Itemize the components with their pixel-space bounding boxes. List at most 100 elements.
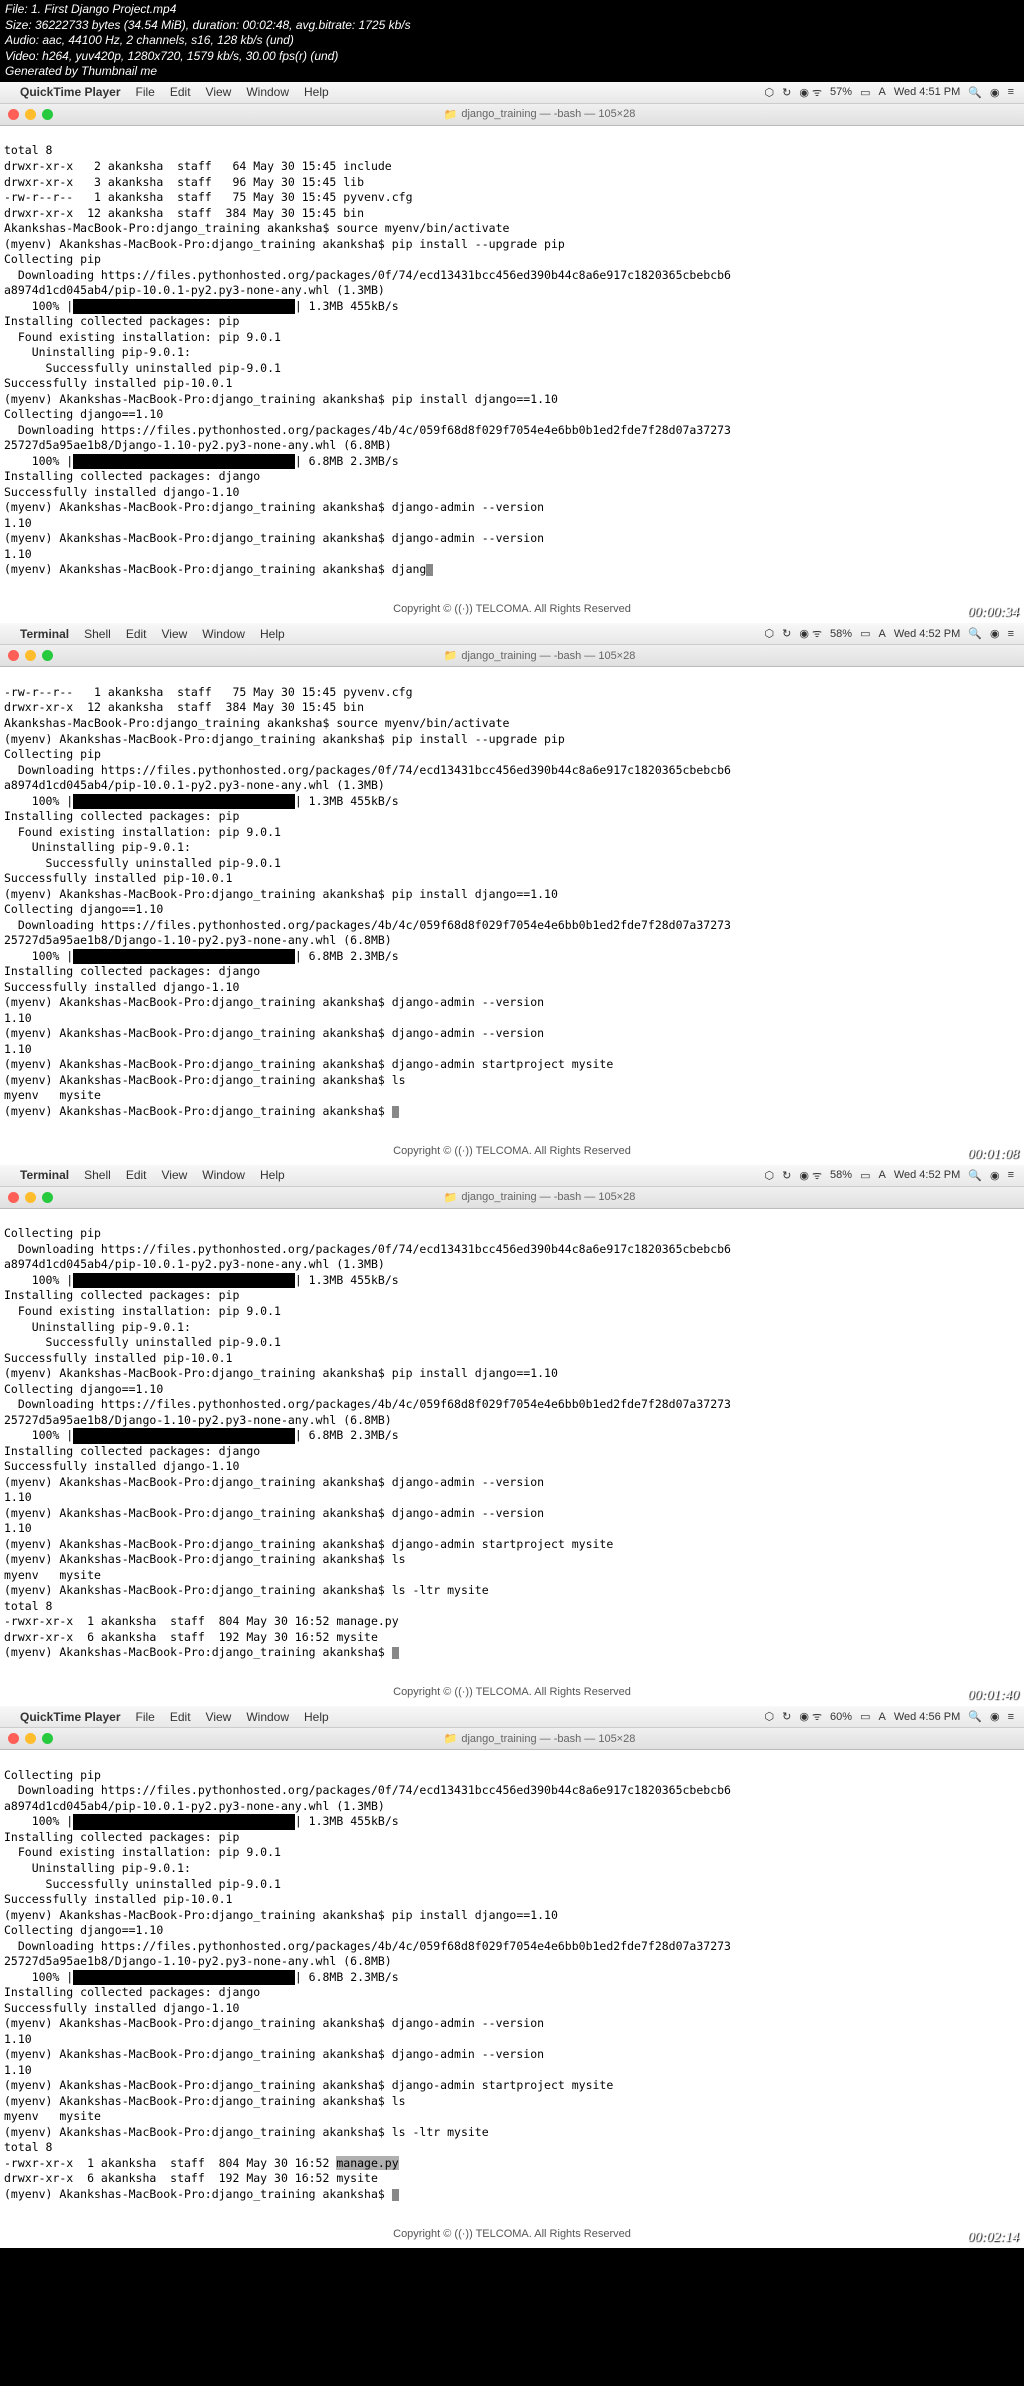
folder-icon: 📁	[444, 1191, 458, 1204]
progress-bar: ████████████████████████████████	[73, 949, 295, 965]
sync-icon[interactable]: ↻	[782, 1169, 791, 1182]
macos-menubar[interactable]: QuickTime Player File Edit View Window H…	[0, 82, 1024, 104]
battery-icon[interactable]: ▭	[860, 1169, 870, 1182]
sync-icon[interactable]: ↻	[782, 627, 791, 640]
minimize-button[interactable]	[25, 650, 36, 661]
input-icon[interactable]: A	[878, 628, 885, 640]
search-icon[interactable]: 🔍	[968, 1710, 982, 1723]
siri-icon[interactable]: ◉	[990, 86, 1000, 99]
app-name[interactable]: Terminal	[20, 627, 69, 641]
battery-icon[interactable]: ▭	[860, 627, 870, 640]
siri-icon[interactable]: ◉	[990, 627, 1000, 640]
wifi-icon[interactable]: ◉ ᯤ	[799, 1168, 822, 1183]
menu-edit[interactable]: Edit	[126, 1168, 147, 1182]
macos-menubar[interactable]: Terminal Shell Edit View Window Help ⬡ ↻…	[0, 623, 1024, 645]
terminal-output[interactable]: Collecting pip Downloading https://files…	[0, 1750, 1024, 2219]
maximize-button[interactable]	[42, 1733, 53, 1744]
clock[interactable]: Wed 4:52 PM	[894, 1169, 960, 1181]
menu-help[interactable]: Help	[304, 1710, 329, 1724]
macos-menubar[interactable]: QuickTime Player File Edit View Window H…	[0, 1706, 1024, 1728]
input-icon[interactable]: A	[878, 1169, 885, 1181]
menu-window[interactable]: Window	[202, 627, 245, 641]
frame-3: Terminal Shell Edit View Window Help ⬡ ↻…	[0, 1165, 1024, 1706]
dropbox-icon[interactable]: ⬡	[765, 1169, 775, 1182]
maximize-button[interactable]	[42, 650, 53, 661]
minimize-button[interactable]	[25, 109, 36, 120]
terminal-output[interactable]: Collecting pip Downloading https://files…	[0, 1209, 1024, 1678]
close-button[interactable]	[8, 109, 19, 120]
notifications-icon[interactable]: ≡	[1008, 86, 1014, 98]
menu-help[interactable]: Help	[260, 627, 285, 641]
search-icon[interactable]: 🔍	[968, 1169, 982, 1182]
battery-percent[interactable]: 58%	[830, 1169, 852, 1181]
sync-icon[interactable]: ↻	[782, 1710, 791, 1723]
menu-view[interactable]: View	[206, 1710, 232, 1724]
notifications-icon[interactable]: ≡	[1008, 1169, 1014, 1181]
battery-percent[interactable]: 60%	[830, 1711, 852, 1723]
search-icon[interactable]: 🔍	[968, 86, 982, 99]
input-icon[interactable]: A	[878, 86, 885, 98]
battery-icon[interactable]: ▭	[860, 86, 870, 99]
wifi-icon[interactable]: ◉ ᯤ	[799, 1709, 822, 1724]
menu-help[interactable]: Help	[304, 85, 329, 99]
menu-file[interactable]: File	[136, 85, 155, 99]
notifications-icon[interactable]: ≡	[1008, 1711, 1014, 1723]
menu-shell[interactable]: Shell	[84, 1168, 111, 1182]
menu-view[interactable]: View	[162, 627, 188, 641]
app-name[interactable]: Terminal	[20, 1168, 69, 1182]
menu-edit[interactable]: Edit	[170, 1710, 191, 1724]
menu-window[interactable]: Window	[246, 85, 289, 99]
progress-bar: ████████████████████████████████	[73, 1814, 295, 1830]
window-titlebar[interactable]: 📁django_training — -bash — 105×28	[0, 645, 1024, 667]
wifi-icon[interactable]: ◉ ᯤ	[799, 626, 822, 641]
copyright-footer: Copyright © ((·)) TELCOMA. All Rights Re…	[0, 1678, 1024, 1706]
input-icon[interactable]: A	[878, 1711, 885, 1723]
clock[interactable]: Wed 4:56 PM	[894, 1711, 960, 1723]
sync-icon[interactable]: ↻	[782, 86, 791, 99]
window-title: django_training — -bash — 105×28	[461, 650, 635, 662]
clock[interactable]: Wed 4:51 PM	[894, 86, 960, 98]
macos-menubar[interactable]: Terminal Shell Edit View Window Help ⬡ ↻…	[0, 1165, 1024, 1187]
wifi-icon[interactable]: ◉ ᯤ	[799, 85, 822, 100]
window-title: django_training — -bash — 105×28	[461, 108, 635, 120]
menu-edit[interactable]: Edit	[170, 85, 191, 99]
menu-window[interactable]: Window	[246, 1710, 289, 1724]
clock[interactable]: Wed 4:52 PM	[894, 628, 960, 640]
terminal-output[interactable]: -rw-r--r-- 1 akanksha staff 75 May 30 15…	[0, 667, 1024, 1136]
copyright-footer: Copyright © ((·)) TELCOMA. All Rights Re…	[0, 595, 1024, 623]
close-button[interactable]	[8, 650, 19, 661]
dropbox-icon[interactable]: ⬡	[765, 86, 775, 99]
file-metadata: File: 1. First Django Project.mp4 Size: …	[0, 0, 1024, 82]
menu-edit[interactable]: Edit	[126, 627, 147, 641]
battery-percent[interactable]: 57%	[830, 86, 852, 98]
window-titlebar[interactable]: 📁django_training — -bash — 105×28	[0, 1187, 1024, 1209]
menu-view[interactable]: View	[162, 1168, 188, 1182]
dropbox-icon[interactable]: ⬡	[765, 1710, 775, 1723]
search-icon[interactable]: 🔍	[968, 627, 982, 640]
copyright-footer: Copyright © ((·)) TELCOMA. All Rights Re…	[0, 2220, 1024, 2248]
menu-file[interactable]: File	[136, 1710, 155, 1724]
app-name[interactable]: QuickTime Player	[20, 85, 121, 99]
battery-percent[interactable]: 58%	[830, 628, 852, 640]
window-titlebar[interactable]: 📁django_training — -bash — 105×28	[0, 1728, 1024, 1750]
cursor	[392, 1106, 399, 1118]
close-button[interactable]	[8, 1192, 19, 1203]
battery-icon[interactable]: ▭	[860, 1710, 870, 1723]
app-name[interactable]: QuickTime Player	[20, 1710, 121, 1724]
minimize-button[interactable]	[25, 1733, 36, 1744]
menu-window[interactable]: Window	[202, 1168, 245, 1182]
notifications-icon[interactable]: ≡	[1008, 628, 1014, 640]
siri-icon[interactable]: ◉	[990, 1710, 1000, 1723]
menu-shell[interactable]: Shell	[84, 627, 111, 641]
maximize-button[interactable]	[42, 109, 53, 120]
siri-icon[interactable]: ◉	[990, 1169, 1000, 1182]
minimize-button[interactable]	[25, 1192, 36, 1203]
window-titlebar[interactable]: 📁django_training — -bash — 105×28	[0, 104, 1024, 126]
menu-view[interactable]: View	[206, 85, 232, 99]
terminal-output[interactable]: total 8 drwxr-xr-x 2 akanksha staff 64 M…	[0, 126, 1024, 595]
menu-help[interactable]: Help	[260, 1168, 285, 1182]
close-button[interactable]	[8, 1733, 19, 1744]
dropbox-icon[interactable]: ⬡	[765, 627, 775, 640]
maximize-button[interactable]	[42, 1192, 53, 1203]
folder-icon: 📁	[444, 649, 458, 662]
